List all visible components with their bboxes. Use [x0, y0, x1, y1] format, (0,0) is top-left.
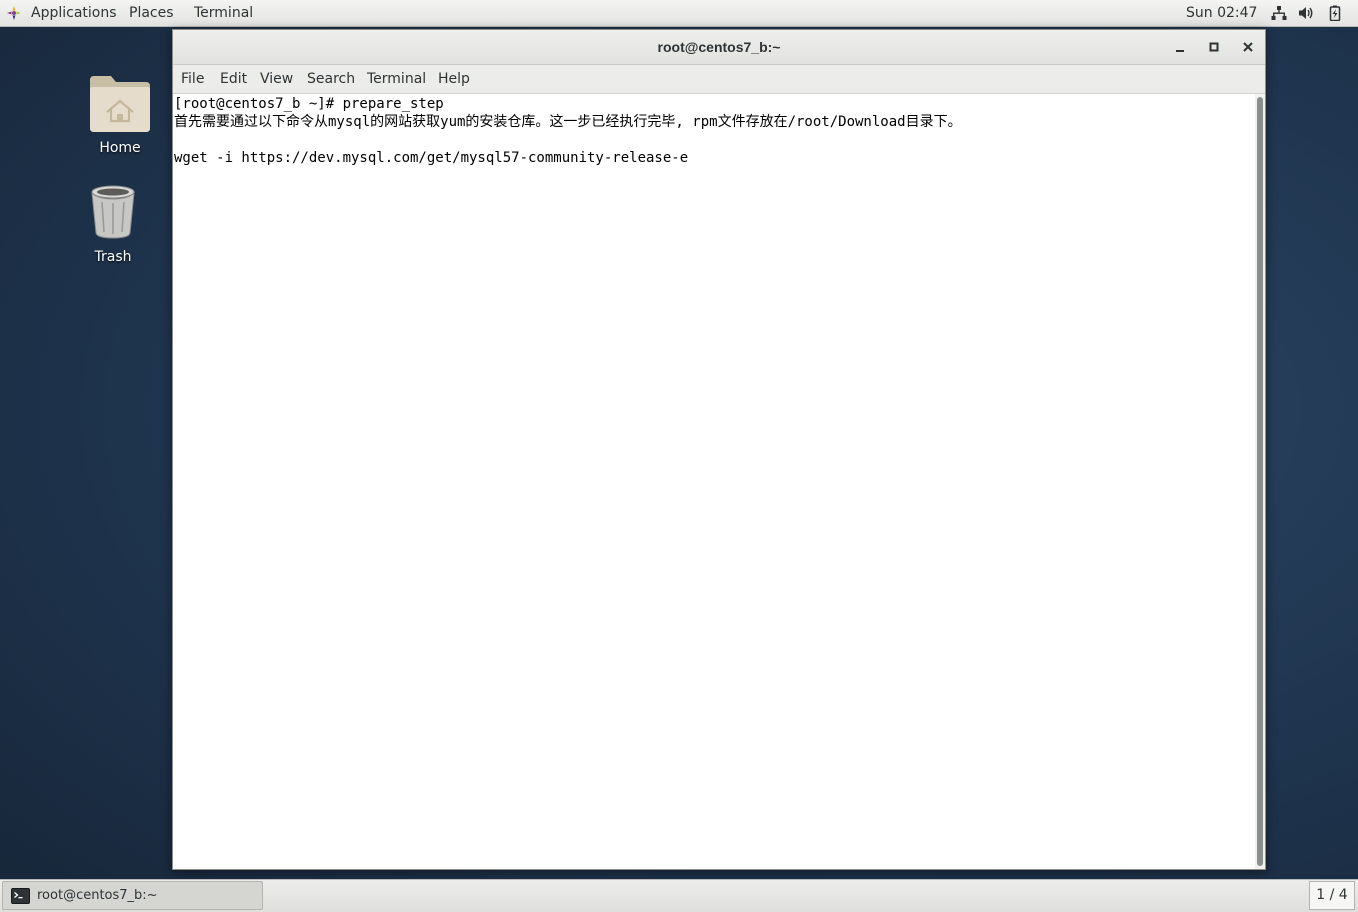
desktop-icon-trash[interactable]: Trash: [63, 184, 163, 265]
volume-icon[interactable]: [1298, 5, 1314, 21]
bottom-panel: root@centos7_b:~ 1 / 4: [0, 879, 1358, 912]
applications-logo-icon: [7, 6, 21, 20]
terminal-icon: [11, 888, 30, 904]
menu-file[interactable]: File: [181, 65, 204, 93]
terminal-scrollbar[interactable]: [1255, 94, 1265, 869]
terminal-app-menu[interactable]: Terminal: [194, 0, 253, 26]
battery-icon[interactable]: [1327, 5, 1343, 21]
scrollbar-thumb[interactable]: [1257, 97, 1263, 866]
places-menu[interactable]: Places: [129, 0, 174, 26]
menu-search[interactable]: Search: [307, 65, 355, 93]
minimize-icon[interactable]: [1172, 39, 1188, 55]
menu-terminal[interactable]: Terminal: [367, 65, 426, 93]
close-icon[interactable]: [1240, 39, 1256, 55]
window-title: root@centos7_b:~: [657, 39, 781, 55]
menu-bar: File Edit View Search Terminal Help: [173, 65, 1265, 94]
menu-edit[interactable]: Edit: [220, 65, 247, 93]
desktop-icon-home[interactable]: Home: [70, 70, 170, 156]
taskbar-window-label: root@centos7_b:~: [37, 888, 158, 903]
terminal-window[interactable]: root@centos7_b:~ File Edit View Search T…: [172, 29, 1266, 870]
clock[interactable]: Sun 02:47: [1186, 0, 1257, 26]
workspace-indicator[interactable]: 1 / 4: [1309, 881, 1355, 910]
home-folder-icon: [90, 76, 150, 132]
desktop-icon-label: Home: [99, 140, 141, 156]
terminal-output[interactable]: [root@centos7_b ~]# prepare_step 首先需要通过以…: [173, 94, 1255, 869]
taskbar-window-button[interactable]: root@centos7_b:~: [2, 881, 263, 910]
top-panel: Applications Places Terminal Sun 02:47: [0, 0, 1358, 27]
terminal-line: 首先需要通过以下命令从mysql的网站获取yum的安装仓库。这一步已经执行完毕,…: [174, 114, 962, 130]
terminal-line: wget -i https://dev.mysql.com/get/mysql5…: [174, 150, 689, 166]
terminal-line: [root@centos7_b ~]# prepare_step: [174, 96, 444, 112]
maximize-icon[interactable]: [1206, 39, 1222, 55]
desktop-icon-label: Trash: [94, 249, 132, 265]
menu-help[interactable]: Help: [438, 65, 470, 93]
menu-view[interactable]: View: [260, 65, 293, 93]
trash-icon: [91, 185, 135, 239]
window-titlebar[interactable]: root@centos7_b:~: [173, 30, 1265, 65]
applications-menu[interactable]: Applications: [31, 0, 117, 26]
network-icon[interactable]: [1271, 5, 1287, 21]
